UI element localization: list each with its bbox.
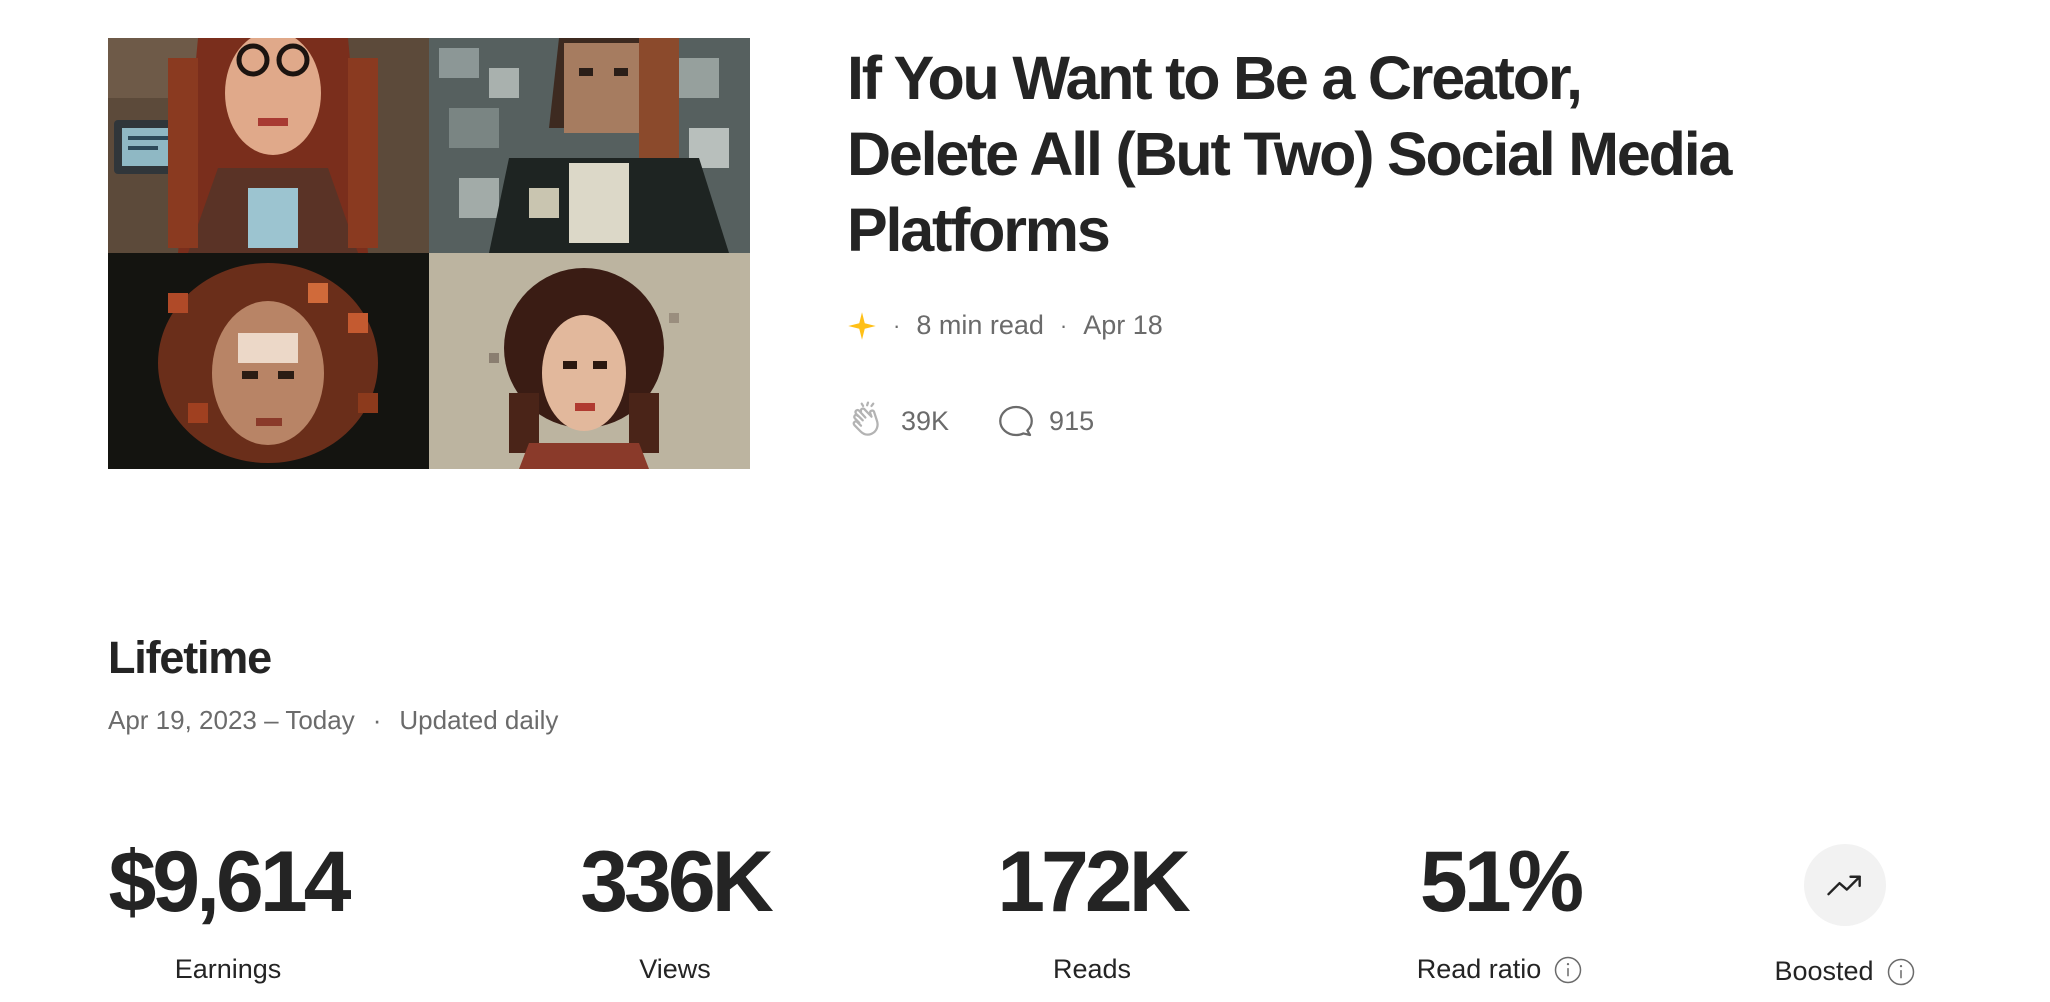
lifetime-range: Apr 19, 2023 – Today · Updated daily xyxy=(108,705,558,736)
claps-value: 39K xyxy=(901,405,950,436)
reads-value: 172K xyxy=(997,834,1191,930)
date-range: Apr 19, 2023 – Today xyxy=(108,705,355,735)
cover-image xyxy=(108,38,750,469)
boosted-label: Boosted xyxy=(1774,956,1874,986)
portrait-dark-hair-woman xyxy=(429,253,750,469)
views-value: 336K xyxy=(580,834,774,930)
publish-date: Apr 18 xyxy=(1083,310,1163,340)
responses-value: 915 xyxy=(1049,405,1095,436)
earnings-label: Earnings xyxy=(174,954,282,984)
earnings-stat: $9,614 Earnings xyxy=(68,832,388,985)
read-time: 8 min read xyxy=(916,310,1044,340)
read-ratio-label: Read ratio xyxy=(1416,954,1542,984)
trending-up-icon xyxy=(1823,863,1867,907)
views-stat: 336K Views xyxy=(515,832,835,985)
engagement-row: 39K 915 xyxy=(847,400,1140,442)
portrait-curly-hair-woman xyxy=(108,253,429,469)
separator-dot: · xyxy=(1059,312,1068,338)
update-note: Updated daily xyxy=(399,705,559,735)
separator-dot: · xyxy=(893,312,901,338)
clap-icon xyxy=(847,400,901,442)
boosted-stat: Boosted xyxy=(1685,832,2005,987)
portrait-pixel-woman xyxy=(429,38,750,253)
read-ratio-value: 51% xyxy=(1419,834,1584,930)
boosted-indicator xyxy=(1804,844,1886,926)
views-label: Views xyxy=(639,954,711,984)
separator-dot: · xyxy=(372,705,382,735)
article-title[interactable]: If You Want to Be a Creator, Delete All … xyxy=(847,40,1747,268)
reads-stat: 172K Reads xyxy=(932,832,1252,985)
read-ratio-stat: 51% Read ratio xyxy=(1340,832,1660,985)
comment-icon xyxy=(995,400,1049,442)
lifetime-heading: Lifetime xyxy=(108,632,272,683)
article-meta: · 8 min read · Apr 18 xyxy=(847,310,1163,341)
reads-label: Reads xyxy=(1052,954,1132,984)
earnings-value: $9,614 xyxy=(108,834,351,930)
star-icon xyxy=(847,311,877,341)
story-stats-page: If You Want to Be a Creator, Delete All … xyxy=(0,0,2050,1002)
portrait-glasses-woman xyxy=(108,38,429,253)
info-icon[interactable] xyxy=(1874,957,1916,987)
responses-count[interactable]: 915 xyxy=(995,400,1094,442)
claps-count: 39K xyxy=(847,400,949,442)
info-icon[interactable] xyxy=(1541,955,1583,985)
